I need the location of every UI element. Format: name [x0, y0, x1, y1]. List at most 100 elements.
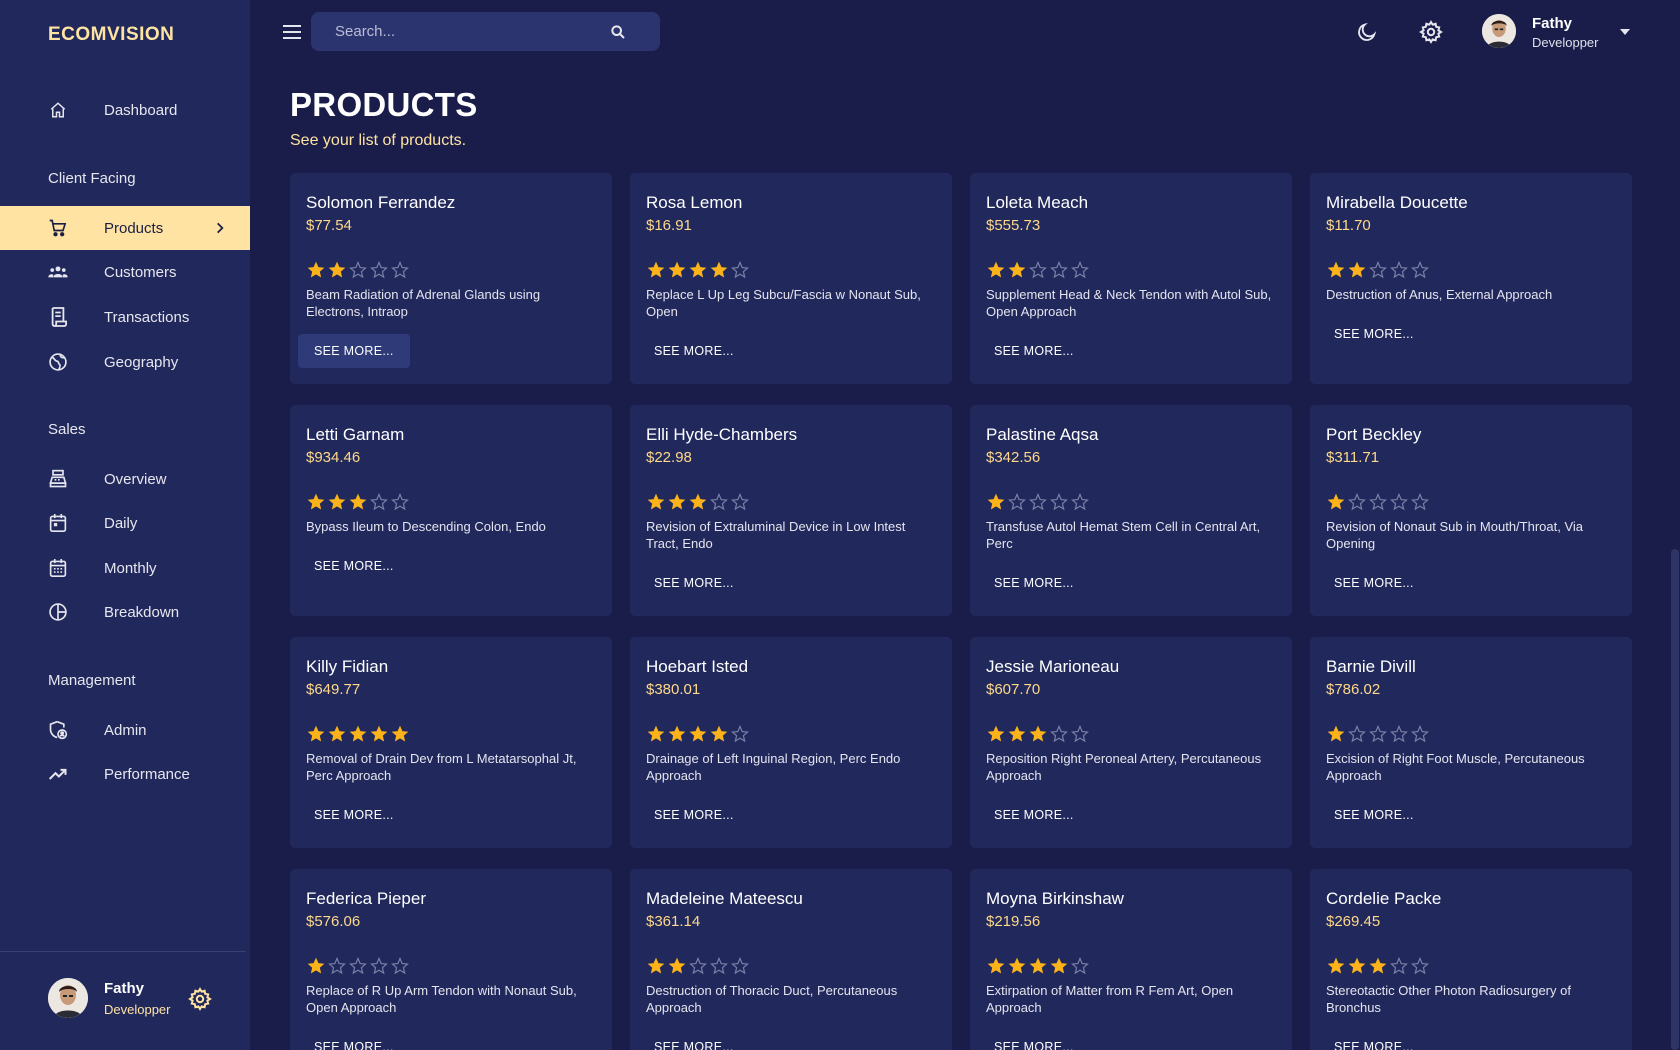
star-filled-icon [327, 724, 347, 744]
product-grid: Solomon Ferrandez $77.54 Beam Radiation of… [290, 173, 1632, 1050]
see-more-button[interactable]: SEE MORE... [1318, 1030, 1430, 1050]
product-card: Madeleine Mateescu $361.14 Destruction of … [630, 869, 952, 1050]
search-bar [311, 12, 660, 51]
see-more-button[interactable]: SEE MORE... [1318, 317, 1430, 351]
sidebar-item-daily[interactable]: Daily [0, 501, 250, 545]
gear-icon[interactable] [188, 987, 212, 1011]
see-more-button[interactable]: SEE MORE... [298, 334, 410, 368]
product-name: Palastine Aqsa [986, 425, 1099, 444]
sidebar-item-performance[interactable]: Performance [0, 752, 250, 796]
star-empty-icon [1049, 492, 1069, 512]
avatar[interactable] [48, 978, 88, 1018]
star-filled-icon [1007, 260, 1027, 280]
see-more-button[interactable]: SEE MORE... [978, 334, 1090, 368]
star-empty-icon [1070, 260, 1090, 280]
sidebar-item-transactions[interactable]: Transactions [0, 295, 250, 339]
star-empty-icon [1410, 492, 1430, 512]
product-price: $649.77 [306, 681, 361, 698]
product-price: $555.73 [986, 217, 1041, 234]
sidebar-item-monthly[interactable]: Monthly [0, 546, 250, 590]
see-more-button[interactable]: SEE MORE... [298, 549, 410, 583]
star-empty-icon [709, 492, 729, 512]
receipt-icon [48, 307, 68, 327]
settings-icon[interactable] [1417, 18, 1445, 46]
product-name: Madeleine Mateescu [646, 889, 803, 908]
star-empty-icon [688, 956, 708, 976]
product-price: $380.01 [646, 681, 701, 698]
star-empty-icon [730, 492, 750, 512]
star-empty-icon [1389, 956, 1409, 976]
menu-icon[interactable] [280, 20, 304, 44]
star-filled-icon [1049, 956, 1069, 976]
star-filled-icon [1007, 956, 1027, 976]
star-empty-icon [327, 956, 347, 976]
star-filled-icon [1326, 724, 1346, 744]
product-price: $11.70 [1326, 217, 1371, 234]
rating-stars [1326, 260, 1430, 280]
sidebar-item-products[interactable]: Products [0, 206, 250, 250]
see-more-button[interactable]: SEE MORE... [638, 566, 750, 600]
star-empty-icon [1389, 724, 1409, 744]
see-more-button[interactable]: SEE MORE... [638, 798, 750, 832]
star-filled-icon [1326, 260, 1346, 280]
product-name: Letti Garnam [306, 425, 405, 444]
star-filled-icon [667, 260, 687, 280]
scrollbar-thumb[interactable] [1671, 549, 1679, 1050]
product-description: Replace of R Up Arm Tendon with Nonaut S… [306, 983, 577, 1015]
star-empty-icon [390, 492, 410, 512]
star-empty-icon [730, 956, 750, 976]
sidebar-item-breakdown[interactable]: Breakdown [0, 590, 250, 634]
page-subtitle: See your list of products. [290, 132, 467, 149]
user-role: Developper [1532, 35, 1599, 50]
see-more-button[interactable]: SEE MORE... [978, 566, 1090, 600]
product-name: Cordelie Packe [1326, 889, 1442, 908]
sidebar-item-dashboard[interactable]: Dashboard [0, 88, 250, 132]
search-input[interactable] [335, 12, 605, 51]
product-card: Barnie Divill $786.02 Excision of Right Fo… [1310, 637, 1632, 848]
dark-mode-icon[interactable] [1353, 18, 1381, 46]
star-filled-icon [986, 492, 1006, 512]
see-more-button[interactable]: SEE MORE... [638, 1030, 750, 1050]
star-filled-icon [327, 492, 347, 512]
sidebar-user: Fathy Developper [48, 976, 228, 1020]
sidebar-item-geography[interactable]: Geography [0, 340, 250, 384]
home-icon [48, 100, 68, 120]
product-card: Federica Pieper $576.06 Replace of R Up Ar… [290, 869, 612, 1050]
see-more-button[interactable]: SEE MORE... [298, 1030, 410, 1050]
sidebar-item-label: Performance [104, 765, 190, 783]
star-filled-icon [348, 492, 368, 512]
star-filled-icon [348, 724, 368, 744]
admin-icon [48, 720, 68, 740]
brand-logo[interactable]: ECOMVISION [48, 24, 174, 46]
product-card: Hoebart Isted $380.01 Drainage of Left Ing… [630, 637, 952, 848]
see-more-button[interactable]: SEE MORE... [978, 798, 1090, 832]
product-price: $607.70 [986, 681, 1041, 698]
rating-stars [986, 724, 1090, 744]
rating-stars [986, 260, 1090, 280]
star-filled-icon [667, 956, 687, 976]
see-more-button[interactable]: SEE MORE... [1318, 566, 1430, 600]
rating-stars [986, 492, 1090, 512]
see-more-button[interactable]: SEE MORE... [1318, 798, 1430, 832]
sidebar-item-customers[interactable]: Customers [0, 250, 250, 294]
product-description: Revision of Nonaut Sub in Mouth/Throat, … [1326, 519, 1584, 551]
see-more-button[interactable]: SEE MORE... [978, 1030, 1090, 1050]
product-name: Jessie Marioneau [986, 657, 1120, 676]
star-empty-icon [348, 956, 368, 976]
search-icon[interactable] [607, 21, 629, 43]
product-name: Federica Pieper [306, 889, 427, 908]
see-more-button[interactable]: SEE MORE... [638, 334, 750, 368]
star-empty-icon [390, 260, 410, 280]
product-description: Beam Radiation of Adrenal Glands using E… [306, 287, 541, 319]
star-empty-icon [1410, 724, 1430, 744]
star-empty-icon [1007, 492, 1027, 512]
sidebar-item-admin[interactable]: Admin [0, 708, 250, 752]
star-filled-icon [306, 492, 326, 512]
sidebar-item-overview[interactable]: Overview [0, 457, 250, 501]
see-more-button[interactable]: SEE MORE... [298, 798, 410, 832]
product-description: Destruction of Thoracic Duct, Percutaneo… [646, 983, 898, 1015]
user-menu[interactable]: Fathy Developper [1482, 14, 1642, 50]
product-price: $269.45 [1326, 913, 1381, 930]
rating-stars [1326, 492, 1430, 512]
star-empty-icon [1070, 956, 1090, 976]
